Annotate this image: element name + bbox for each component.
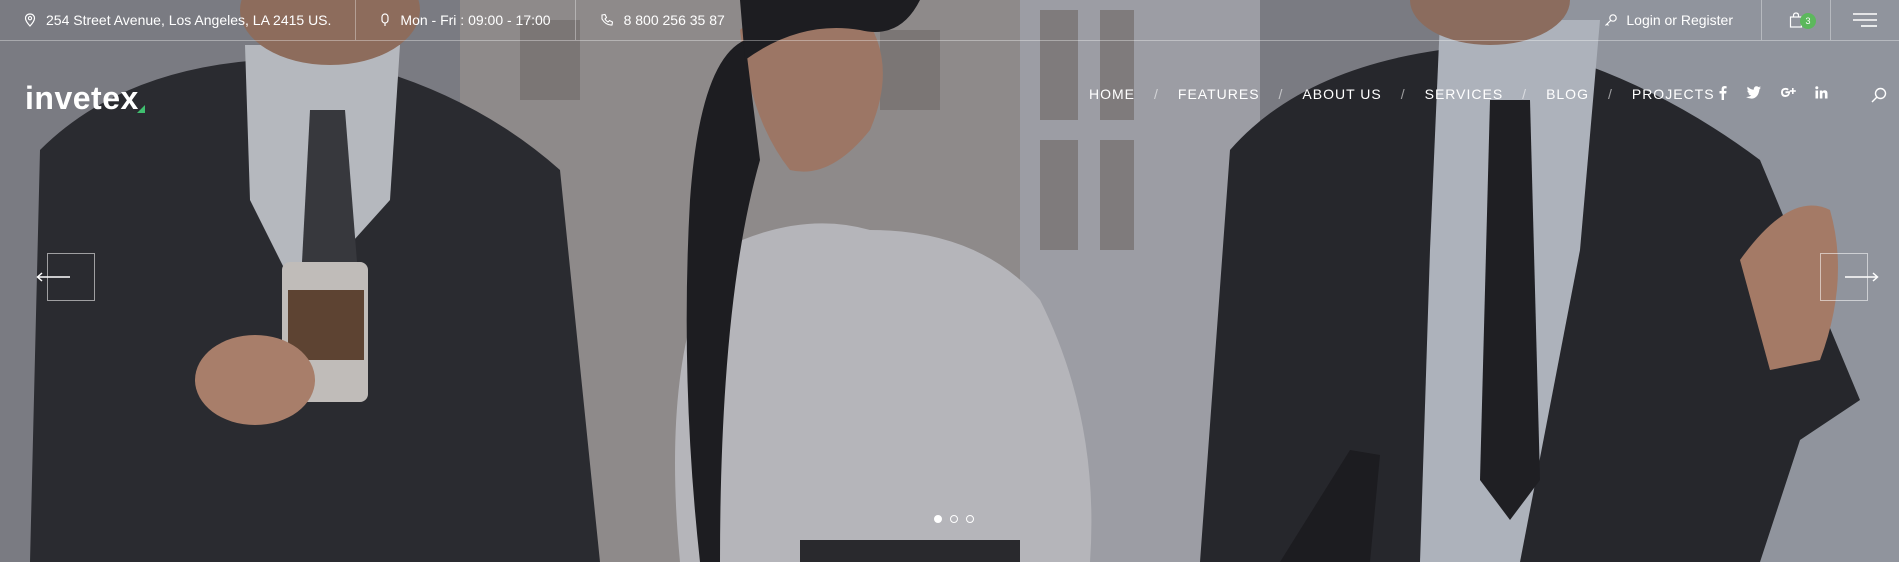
slider-pagination — [934, 515, 974, 523]
menu-toggle-button[interactable] — [1830, 0, 1899, 40]
nav-projects[interactable]: PROJECTS — [1632, 86, 1715, 102]
topbar-right: Login or Register 3 — [1576, 0, 1899, 40]
clock-icon — [381, 13, 390, 26]
logo-accent-icon — [136, 105, 145, 113]
search-icon[interactable] — [1871, 87, 1887, 103]
login-register-link[interactable]: Login or Register — [1576, 0, 1761, 40]
hero-slider: 254 Street Avenue, Los Angeles, LA 2415 … — [0, 0, 1899, 562]
arrow-right-icon — [1845, 272, 1879, 282]
hours-info: Mon - Fri : 09:00 - 17:00 — [356, 0, 574, 40]
hamburger-icon — [1853, 13, 1877, 27]
key-icon — [1605, 14, 1618, 26]
nav-home[interactable]: HOME — [1089, 86, 1135, 102]
slider-dot-1[interactable] — [934, 515, 942, 523]
hours-text: Mon - Fri : 09:00 - 17:00 — [400, 12, 551, 28]
main-nav: HOME / FEATURES / ABOUT US / SERVICES / … — [1089, 86, 1715, 102]
nav-separator: / — [1400, 86, 1406, 102]
nav-services[interactable]: SERVICES — [1425, 86, 1504, 102]
nav-about-us[interactable]: ABOUT US — [1302, 86, 1381, 102]
logo-text: invetex — [25, 80, 139, 116]
cart-count-badge: 3 — [1800, 13, 1816, 29]
slider-dot-3[interactable] — [966, 515, 974, 523]
google-plus-icon[interactable] — [1780, 85, 1796, 100]
twitter-icon[interactable] — [1746, 86, 1761, 99]
slider-next-button[interactable] — [1820, 253, 1879, 301]
cart-button[interactable]: 3 — [1761, 0, 1830, 40]
photo-overlay — [0, 0, 1899, 562]
address-info: 254 Street Avenue, Los Angeles, LA 2415 … — [0, 0, 355, 40]
site-logo[interactable]: invetex — [25, 80, 145, 117]
slider-dot-2[interactable] — [950, 515, 958, 523]
phone-info: 8 800 256 35 87 — [576, 0, 749, 40]
linkedin-icon[interactable] — [1815, 86, 1828, 99]
social-links — [1718, 85, 1828, 100]
location-pin-icon — [24, 13, 36, 27]
nav-separator: / — [1278, 86, 1284, 102]
arrow-left-icon — [36, 272, 70, 282]
address-text: 254 Street Avenue, Los Angeles, LA 2415 … — [46, 12, 332, 28]
facebook-icon[interactable] — [1718, 85, 1727, 100]
login-text[interactable]: Login or Register — [1626, 12, 1733, 28]
top-bar: 254 Street Avenue, Los Angeles, LA 2415 … — [0, 0, 1899, 41]
slider-prev-button[interactable] — [36, 253, 95, 301]
nav-separator: / — [1522, 86, 1528, 102]
phone-icon — [601, 13, 613, 26]
phone-text[interactable]: 8 800 256 35 87 — [624, 12, 725, 28]
nav-separator: / — [1154, 86, 1159, 102]
nav-separator: / — [1607, 86, 1613, 102]
nav-features[interactable]: FEATURES — [1178, 86, 1260, 102]
nav-blog[interactable]: BLOG — [1546, 86, 1589, 102]
